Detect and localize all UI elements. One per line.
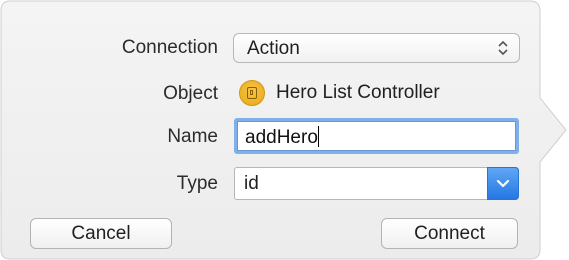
connect-button[interactable]: Connect (381, 218, 518, 249)
name-label: Name (167, 126, 218, 147)
popup-stepper-icon (498, 40, 508, 56)
name-field-text: addHero (245, 127, 318, 148)
cancel-button[interactable]: Cancel (30, 218, 172, 249)
connection-label: Connection (121, 37, 218, 58)
name-field-value: addHero (245, 126, 319, 149)
chevron-down-icon (496, 179, 510, 188)
object-name: Hero List Controller (276, 82, 440, 103)
text-caret (317, 126, 319, 147)
connection-popover-stage: Connection Action Object Hero List Contr… (0, 0, 569, 260)
type-label: Type (176, 173, 218, 194)
connection-popup-button[interactable]: Action (233, 33, 520, 63)
connection-value: Action (247, 38, 300, 59)
name-field[interactable]: addHero (234, 118, 519, 154)
type-dropdown-button[interactable] (487, 167, 519, 200)
type-value: id (244, 173, 259, 194)
connection-popover: Connection Action Object Hero List Contr… (0, 0, 569, 260)
type-combo-box[interactable]: id (234, 167, 519, 200)
object-label: Object (163, 83, 218, 104)
object-icon (239, 80, 265, 106)
